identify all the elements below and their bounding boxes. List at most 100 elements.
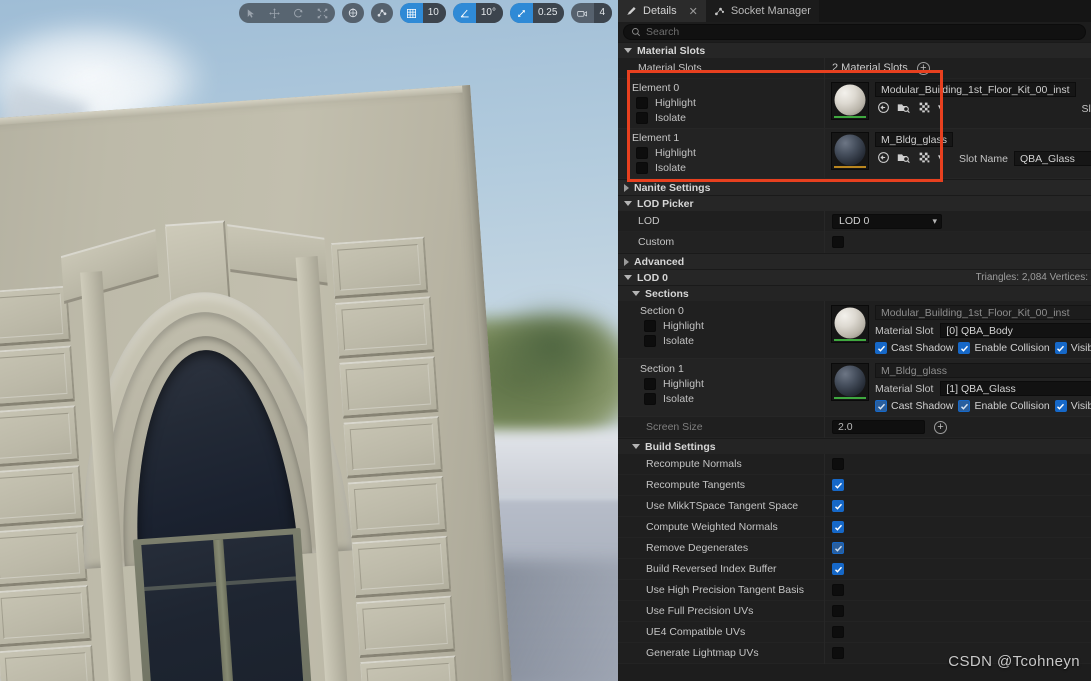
category-nanite-settings[interactable]: Nanite Settings xyxy=(618,179,1091,195)
section-0-visible-in-ray-tracing[interactable]: Visible In Ray T xyxy=(1054,342,1091,354)
browse-to-asset-icon[interactable] xyxy=(877,101,890,114)
chevron-down-icon[interactable] xyxy=(624,201,632,206)
element-1-highlight-checkbox[interactable] xyxy=(636,146,648,159)
level-viewport[interactable]: 10 10° 0.25 4 xyxy=(0,0,618,681)
element-0-highlight-checkbox[interactable] xyxy=(636,96,648,109)
use-selected-asset-icon[interactable] xyxy=(918,151,931,164)
transform-tool-group[interactable] xyxy=(238,3,335,23)
use-high-precision-tangent-basis-checkbox[interactable] xyxy=(832,584,844,596)
material-sphere-glass-thumbnail[interactable] xyxy=(831,132,869,170)
section-0-cast-shadow[interactable]: Cast Shadow xyxy=(875,342,953,354)
tab-socket-manager[interactable]: Socket Manager xyxy=(705,0,819,22)
chevron-right-icon[interactable] xyxy=(624,257,629,266)
lod-custom-checkbox[interactable] xyxy=(832,236,844,248)
section-0-isolate-checkbox[interactable] xyxy=(644,334,656,347)
section-1-visible-in-ray-tracing-checkbox[interactable] xyxy=(1054,400,1067,412)
dropdown-caret-icon[interactable]: ▾ xyxy=(938,152,943,162)
grid-snap-value[interactable]: 10 xyxy=(422,3,446,23)
scale-snap-control[interactable]: 0.25 xyxy=(509,3,565,23)
chevron-down-icon[interactable] xyxy=(632,291,640,296)
section-1-visible-in-ray-tracing[interactable]: Visible In Ray T xyxy=(1054,400,1091,412)
material-sphere-body-thumbnail[interactable] xyxy=(831,82,869,120)
use-selected-asset-icon[interactable] xyxy=(918,101,931,114)
open-in-editor-icon[interactable] xyxy=(897,101,911,114)
scale-snap-icon[interactable] xyxy=(509,3,533,23)
open-in-editor-icon[interactable] xyxy=(897,151,911,164)
material-sphere-body-thumbnail[interactable] xyxy=(831,305,869,343)
section-1-isolate-row[interactable]: Isolate xyxy=(640,391,824,406)
tab-details[interactable]: Details ✕ xyxy=(618,0,706,22)
element-0-isolate-checkbox[interactable] xyxy=(636,111,648,124)
section-0-isolate-row[interactable]: Isolate xyxy=(640,333,824,348)
world-coordinate-icon[interactable] xyxy=(341,3,364,23)
surface-snapping-icon[interactable] xyxy=(370,3,393,23)
section-1-cast-shadow[interactable]: Cast Shadow xyxy=(875,400,953,412)
close-icon[interactable]: ✕ xyxy=(689,5,698,18)
camera-icon[interactable] xyxy=(571,3,594,23)
generate-lightmap-uvs-checkbox[interactable] xyxy=(832,647,844,659)
dropdown-caret-icon[interactable]: ▾ xyxy=(938,102,943,112)
details-panel[interactable]: Details ✕ Socket Manager Search Material… xyxy=(618,0,1091,681)
camera-speed-value[interactable]: 4 xyxy=(594,3,612,23)
add-circle-icon[interactable]: + xyxy=(916,61,930,75)
build-reversed-index-buffer-checkbox[interactable] xyxy=(832,563,844,575)
category-build-settings[interactable]: Build Settings xyxy=(618,438,1091,454)
category-advanced[interactable]: Advanced xyxy=(618,253,1091,269)
element-0-isolate-row[interactable]: Isolate xyxy=(632,110,824,125)
angle-snap-value[interactable]: 10° xyxy=(475,3,503,23)
camera-speed-control[interactable]: 4 xyxy=(571,3,612,23)
move-arrows-icon[interactable] xyxy=(263,3,287,23)
ue4-compatible-uvs-checkbox[interactable] xyxy=(832,626,844,638)
category-lod-0[interactable]: LOD 0 Triangles: 2,084 Vertices: xyxy=(618,269,1091,285)
compute-weighted-normals-checkbox[interactable] xyxy=(832,521,844,533)
section-0-enable-collision[interactable]: Enable Collision xyxy=(958,342,1050,354)
category-material-slots[interactable]: Material Slots xyxy=(618,42,1091,58)
remove-degenerates-checkbox[interactable] xyxy=(832,542,844,554)
element-1-isolate-checkbox[interactable] xyxy=(636,161,648,174)
chevron-right-icon[interactable] xyxy=(624,183,629,192)
grid-snap-control[interactable]: 10 xyxy=(399,3,446,23)
recompute-tangents-checkbox[interactable] xyxy=(832,479,844,491)
use-full-precision-uvs-checkbox[interactable] xyxy=(832,605,844,617)
angle-snap-control[interactable]: 10° xyxy=(452,3,503,23)
section-0-highlight-row[interactable]: Highlight xyxy=(640,318,824,333)
chevron-down-icon[interactable] xyxy=(632,444,640,449)
section-0-enable-collision-checkbox[interactable] xyxy=(958,342,971,354)
add-circle-icon[interactable]: + xyxy=(934,420,947,434)
scale-icon[interactable] xyxy=(311,3,335,23)
section-1-enable-collision[interactable]: Enable Collision xyxy=(958,400,1050,412)
recompute-normals-checkbox[interactable] xyxy=(832,458,844,470)
element-1-highlight-row[interactable]: Highlight xyxy=(632,145,824,160)
element-1-isolate-row[interactable]: Isolate xyxy=(632,160,824,175)
section-1-material-name[interactable]: M_Bldg_glass ▾ xyxy=(875,363,1091,378)
use-mikktspace-tangent-space-checkbox[interactable] xyxy=(832,500,844,512)
screen-size-input[interactable]: 2.0 xyxy=(832,420,925,434)
category-lod-picker[interactable]: LOD Picker xyxy=(618,195,1091,211)
lod-dropdown[interactable]: LOD 0 ▾ xyxy=(832,213,942,229)
element-1-material-name[interactable]: M_Bldg_glass xyxy=(875,132,953,147)
section-0-highlight-checkbox[interactable] xyxy=(644,319,656,332)
grid-icon[interactable] xyxy=(399,3,423,23)
section-1-cast-shadow-checkbox[interactable] xyxy=(875,400,887,412)
angle-icon[interactable] xyxy=(452,3,476,23)
scale-snap-value[interactable]: 0.25 xyxy=(532,3,565,23)
section-0-visible-in-ray-tracing-checkbox[interactable] xyxy=(1054,342,1067,354)
section-0-material-slot-dropdown[interactable]: [0] QBA_Body ▾ xyxy=(940,323,1091,338)
select-tool-icon[interactable] xyxy=(239,3,263,23)
search-input[interactable]: Search xyxy=(623,24,1086,40)
material-sphere-glass-thumbnail[interactable] xyxy=(831,363,869,401)
section-1-material-slot-dropdown[interactable]: [1] QBA_Glass ▾ xyxy=(940,381,1091,396)
viewport-toolbar[interactable]: 10 10° 0.25 4 xyxy=(238,3,612,23)
chevron-down-icon[interactable] xyxy=(624,275,632,280)
chevron-down-icon[interactable] xyxy=(624,48,632,53)
category-sections[interactable]: Sections xyxy=(618,285,1091,301)
section-1-isolate-checkbox[interactable] xyxy=(644,392,656,405)
section-1-highlight-row[interactable]: Highlight xyxy=(640,376,824,391)
element-0-material-name[interactable]: Modular_Building_1st_Floor_Kit_00_inst xyxy=(875,82,1076,97)
section-1-enable-collision-checkbox[interactable] xyxy=(958,400,971,412)
element-0-highlight-row[interactable]: Highlight xyxy=(632,95,824,110)
section-0-material-name[interactable]: Modular_Building_1st_Floor_Kit_00_inst ▾ xyxy=(875,305,1091,320)
section-0-cast-shadow-checkbox[interactable] xyxy=(875,342,887,354)
rotate-icon[interactable] xyxy=(287,3,311,23)
section-1-highlight-checkbox[interactable] xyxy=(644,377,656,390)
